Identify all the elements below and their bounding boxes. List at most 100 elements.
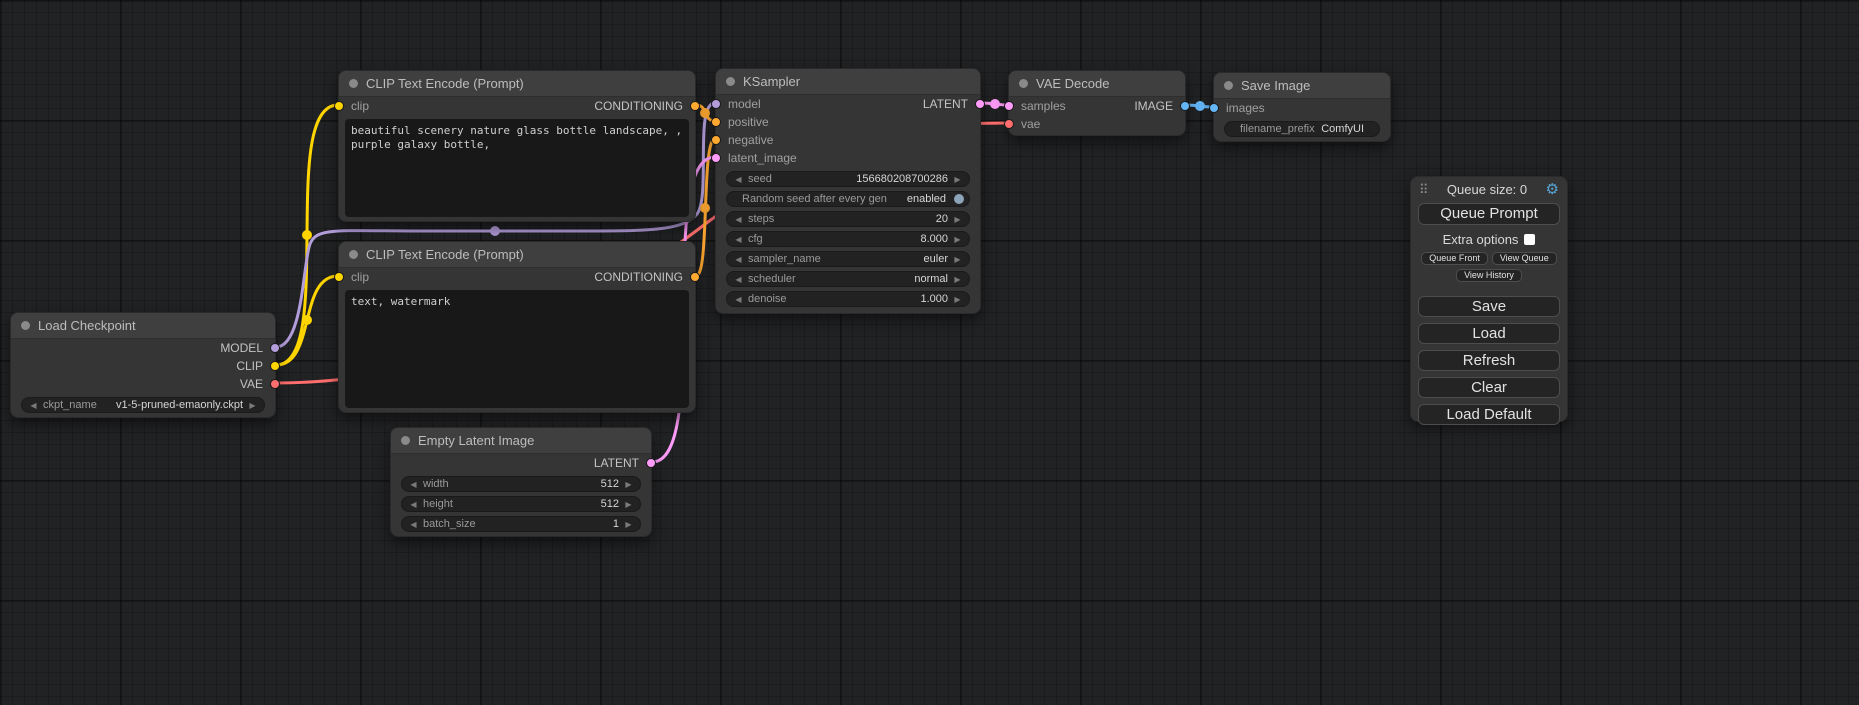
node-title-bar[interactable]: Load Checkpoint bbox=[11, 313, 275, 339]
increment-arrow-icon[interactable]: ▶ bbox=[951, 175, 964, 184]
widget-width[interactable]: ◀ width 512 ▶ bbox=[401, 476, 641, 492]
queue-prompt-button[interactable]: Queue Prompt bbox=[1418, 203, 1560, 225]
node-graph-canvas[interactable]: Load Checkpoint MODEL CLIP VAE ◀ ckpt_na… bbox=[0, 0, 1859, 705]
latent-image-input-dot[interactable] bbox=[711, 153, 721, 163]
node-title-bar[interactable]: CLIP Text Encode (Prompt) bbox=[339, 242, 695, 268]
vae-output-dot[interactable] bbox=[270, 379, 280, 389]
widget-denoise[interactable]: ◀ denoise 1.000 ▶ bbox=[726, 291, 970, 307]
image-output-dot[interactable] bbox=[1180, 101, 1190, 111]
collapse-toggle-icon[interactable] bbox=[726, 77, 735, 86]
model-input-dot[interactable] bbox=[711, 99, 721, 109]
decrement-arrow-icon[interactable]: ◀ bbox=[407, 520, 420, 529]
widget-height[interactable]: ◀ height 512 ▶ bbox=[401, 496, 641, 512]
slot-row: model LATENT bbox=[716, 95, 980, 113]
widget-label: width bbox=[423, 478, 449, 490]
collapse-toggle-icon[interactable] bbox=[401, 436, 410, 445]
save-button[interactable]: Save bbox=[1418, 296, 1560, 317]
node-clip-text-encode-negative[interactable]: CLIP Text Encode (Prompt) clip CONDITION… bbox=[338, 241, 696, 413]
collapse-toggle-icon[interactable] bbox=[349, 250, 358, 259]
model-output-dot[interactable] bbox=[270, 343, 280, 353]
samples-input-dot[interactable] bbox=[1004, 101, 1014, 111]
increment-arrow-icon[interactable]: ▶ bbox=[622, 520, 635, 529]
output-slot-clip: CLIP bbox=[11, 357, 275, 375]
decrement-arrow-icon[interactable]: ◀ bbox=[732, 255, 745, 264]
queue-front-button[interactable]: Queue Front bbox=[1421, 252, 1488, 265]
images-input-dot[interactable] bbox=[1209, 103, 1219, 113]
positive-input-dot[interactable] bbox=[711, 117, 721, 127]
widget-random-seed-toggle[interactable]: Random seed after every gen enabled bbox=[726, 191, 970, 207]
collapse-toggle-icon[interactable] bbox=[349, 79, 358, 88]
load-button[interactable]: Load bbox=[1418, 323, 1560, 344]
node-empty-latent-image[interactable]: Empty Latent Image LATENT ◀ width 512 ▶ … bbox=[390, 427, 652, 537]
view-history-button[interactable]: View History bbox=[1456, 269, 1522, 282]
widget-filename-prefix[interactable]: filename_prefix ComfyUI bbox=[1224, 121, 1380, 137]
slot-label: latent_image bbox=[728, 151, 797, 165]
node-load-checkpoint[interactable]: Load Checkpoint MODEL CLIP VAE ◀ ckpt_na… bbox=[10, 312, 276, 418]
increment-arrow-icon[interactable]: ▶ bbox=[951, 235, 964, 244]
decrement-arrow-icon[interactable]: ◀ bbox=[732, 295, 745, 304]
clip-output-dot[interactable] bbox=[270, 361, 280, 371]
increment-arrow-icon[interactable]: ▶ bbox=[951, 295, 964, 304]
increment-arrow-icon[interactable]: ▶ bbox=[951, 215, 964, 224]
increment-arrow-icon[interactable]: ▶ bbox=[951, 255, 964, 264]
decrement-arrow-icon[interactable]: ◀ bbox=[407, 480, 420, 489]
increment-arrow-icon[interactable]: ▶ bbox=[951, 275, 964, 284]
decrement-arrow-icon[interactable]: ◀ bbox=[732, 235, 745, 244]
widget-ckpt-name[interactable]: ◀ ckpt_name v1-5-pruned-emaonly.ckpt ▶ bbox=[21, 397, 265, 413]
slot-label: vae bbox=[1021, 117, 1040, 131]
slot-label: samples bbox=[1021, 99, 1066, 113]
collapse-toggle-icon[interactable] bbox=[21, 321, 30, 330]
decrement-arrow-icon[interactable]: ◀ bbox=[27, 401, 40, 410]
decrement-arrow-icon[interactable]: ◀ bbox=[732, 215, 745, 224]
refresh-button[interactable]: Refresh bbox=[1418, 350, 1560, 371]
widget-scheduler[interactable]: ◀ scheduler normal ▶ bbox=[726, 271, 970, 287]
widget-label: cfg bbox=[748, 233, 763, 245]
widget-value: ComfyUI bbox=[1321, 123, 1364, 135]
settings-gear-icon[interactable]: ⚙ bbox=[1546, 182, 1559, 197]
decrement-arrow-icon[interactable]: ◀ bbox=[407, 500, 420, 509]
increment-arrow-icon[interactable]: ▶ bbox=[622, 480, 635, 489]
increment-arrow-icon[interactable]: ▶ bbox=[246, 401, 259, 410]
widget-cfg[interactable]: ◀ cfg 8.000 ▶ bbox=[726, 231, 970, 247]
clip-input-dot[interactable] bbox=[334, 272, 344, 282]
toggle-dot-icon[interactable] bbox=[954, 194, 964, 204]
increment-arrow-icon[interactable]: ▶ bbox=[622, 500, 635, 509]
drag-handle-icon[interactable]: ⠿ bbox=[1419, 183, 1429, 196]
collapse-toggle-icon[interactable] bbox=[1224, 81, 1233, 90]
decrement-arrow-icon[interactable]: ◀ bbox=[732, 275, 745, 284]
negative-input-dot[interactable] bbox=[711, 135, 721, 145]
clear-button[interactable]: Clear bbox=[1418, 377, 1560, 398]
widget-steps[interactable]: ◀ steps 20 ▶ bbox=[726, 211, 970, 227]
conditioning-output-dot[interactable] bbox=[690, 272, 700, 282]
latent-output-dot[interactable] bbox=[646, 458, 656, 468]
conditioning-output-dot[interactable] bbox=[690, 101, 700, 111]
widget-batch-size[interactable]: ◀ batch_size 1 ▶ bbox=[401, 516, 641, 532]
node-clip-text-encode-positive[interactable]: CLIP Text Encode (Prompt) clip CONDITION… bbox=[338, 70, 696, 222]
prompt-text-area[interactable]: beautiful scenery nature glass bottle la… bbox=[345, 119, 689, 217]
node-title-bar[interactable]: Save Image bbox=[1214, 73, 1390, 99]
widget-value: euler bbox=[924, 253, 948, 265]
load-default-button[interactable]: Load Default bbox=[1418, 404, 1560, 425]
node-title-bar[interactable]: KSampler bbox=[716, 69, 980, 95]
node-title-bar[interactable]: Empty Latent Image bbox=[391, 428, 651, 454]
extra-options-checkbox[interactable] bbox=[1524, 234, 1535, 245]
history-row: View History bbox=[1411, 269, 1567, 282]
vae-input-dot[interactable] bbox=[1004, 119, 1014, 129]
node-vae-decode[interactable]: VAE Decode samples IMAGE vae bbox=[1008, 70, 1186, 136]
slot-row: clip CONDITIONING bbox=[339, 268, 695, 286]
wire-midpoint-dot bbox=[990, 99, 1000, 109]
widget-seed[interactable]: ◀ seed 156680208700286 ▶ bbox=[726, 171, 970, 187]
node-save-image[interactable]: Save Image images filename_prefix ComfyU… bbox=[1213, 72, 1391, 142]
node-ksampler[interactable]: KSampler model LATENT positive negative … bbox=[715, 68, 981, 314]
widget-sampler-name[interactable]: ◀ sampler_name euler ▶ bbox=[726, 251, 970, 267]
wire-midpoint-dot bbox=[302, 230, 312, 240]
wire-midpoint-dot bbox=[700, 108, 710, 118]
collapse-toggle-icon[interactable] bbox=[1019, 79, 1028, 88]
latent-output-dot[interactable] bbox=[975, 99, 985, 109]
node-title-bar[interactable]: CLIP Text Encode (Prompt) bbox=[339, 71, 695, 97]
node-title-bar[interactable]: VAE Decode bbox=[1009, 71, 1185, 97]
prompt-text-area[interactable]: text, watermark bbox=[345, 290, 689, 408]
view-queue-button[interactable]: View Queue bbox=[1492, 252, 1557, 265]
decrement-arrow-icon[interactable]: ◀ bbox=[732, 175, 745, 184]
clip-input-dot[interactable] bbox=[334, 101, 344, 111]
